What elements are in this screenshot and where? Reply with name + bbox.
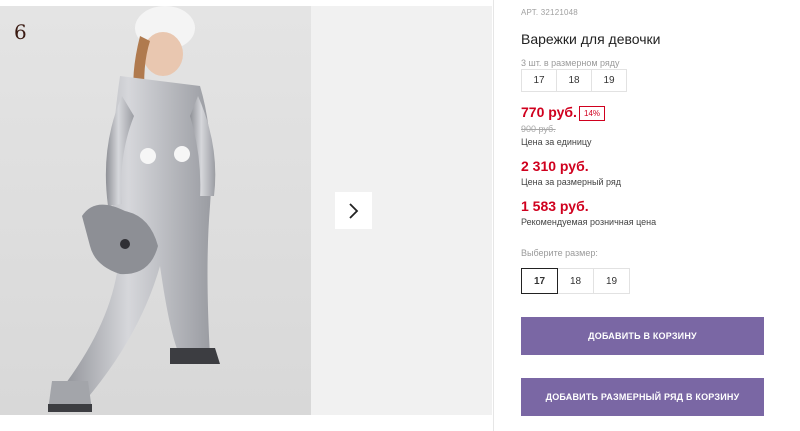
add-to-cart-button[interactable]: ДОБАВИТЬ В КОРЗИНУ <box>521 317 764 355</box>
size-option-18[interactable]: 18 <box>557 268 594 294</box>
product-gallery: 6 <box>0 6 492 415</box>
next-image-button[interactable] <box>335 192 372 229</box>
add-size-row-to-cart-button[interactable]: ДОБАВИТЬ РАЗМЕРНЫЙ РЯД В КОРЗИНУ <box>521 378 764 416</box>
row-price-note: Цена за размерный ряд <box>521 177 622 187</box>
pack-label: 3 шт. в размерном ряду <box>521 58 620 68</box>
retail-price: 1 583 руб. <box>521 198 589 214</box>
product-title: Варежки для девочки <box>521 31 661 47</box>
discount-badge: 14% <box>579 106 606 121</box>
slide-number: 6 <box>14 20 27 44</box>
article-number: АРТ. 32121048 <box>521 8 578 17</box>
unit-price-note: Цена за единицу <box>521 137 592 147</box>
divider <box>493 0 494 431</box>
pack-size-17: 17 <box>521 69 557 92</box>
row-price: 2 310 руб. <box>521 158 589 174</box>
pack-size-19: 19 <box>591 69 627 92</box>
size-option-17[interactable]: 17 <box>521 268 558 294</box>
chevron-right-icon <box>348 202 358 219</box>
size-selector: 17 18 19 <box>521 268 630 294</box>
retail-price-note: Рекомендуемая розничная цена <box>521 217 657 227</box>
unit-price: 770 руб. <box>521 104 577 120</box>
old-price: 900 руб. <box>521 124 556 134</box>
pack-size-18: 18 <box>556 69 592 92</box>
product-photo: 6 <box>0 6 311 415</box>
pack-sizes: 17 18 19 <box>521 69 627 92</box>
girl-in-silver-jumpsuit-image <box>48 6 220 412</box>
choose-size-label: Выберите размер: <box>521 248 598 258</box>
size-option-19[interactable]: 19 <box>593 268 630 294</box>
